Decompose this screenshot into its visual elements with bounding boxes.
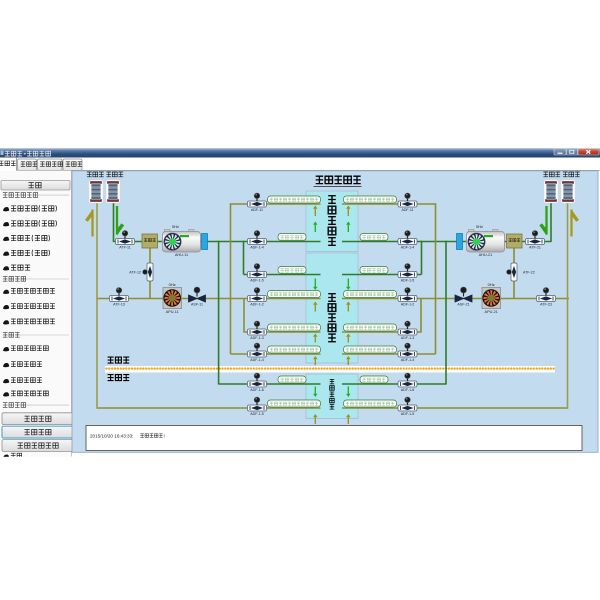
svg-text:ATF-12: ATF-12 (129, 271, 141, 275)
svg-text:0Hz: 0Hz (172, 224, 179, 229)
svg-text:ATF-23: ATF-23 (540, 302, 552, 306)
svg-text:ADF-1-6: ADF-1-6 (250, 388, 264, 392)
svg-text:ADF-1-6: ADF-1-6 (401, 388, 415, 392)
svg-text:0Hz: 0Hz (476, 224, 483, 229)
svg-text:ASF-11: ASF-11 (191, 303, 203, 307)
svg-text:ASF-21: ASF-21 (457, 303, 469, 307)
svg-text:ADF-1-3: ADF-1-3 (401, 336, 415, 340)
svg-text:ADF-1-5: ADF-1-5 (401, 278, 415, 282)
svg-text:ATF-11: ATF-11 (119, 245, 130, 249)
svg-text:ATF-21: ATF-21 (529, 245, 541, 249)
svg-text:ADF-11: ADF-11 (251, 208, 263, 212)
svg-text:ADF-11: ADF-11 (401, 208, 413, 212)
svg-text:ADF-1-5: ADF-1-5 (401, 412, 415, 416)
svg-text:ADF-1-4: ADF-1-4 (401, 245, 415, 249)
svg-text:APU-11: APU-11 (166, 310, 179, 314)
svg-text:APU-21: APU-21 (485, 310, 498, 314)
svg-text:ADF-1-4: ADF-1-4 (250, 358, 264, 362)
svg-text:0Hz: 0Hz (169, 282, 176, 287)
svg-text:ADF-1-4: ADF-1-4 (401, 358, 415, 362)
svg-text:ATF-13: ATF-13 (113, 302, 125, 306)
svg-text:ADF-1-5: ADF-1-5 (250, 278, 264, 282)
svg-text:ADF-1-5: ADF-1-5 (250, 412, 264, 416)
svg-text:2015/10/20 16:43:33:: 2015/10/20 16:43:33: (90, 433, 133, 438)
svg-text:AHU-21: AHU-21 (479, 253, 493, 257)
svg-text:ADF-1-2: ADF-1-2 (250, 302, 264, 306)
svg-text:!: ! (164, 433, 165, 438)
svg-text:ADF-1-2: ADF-1-2 (401, 302, 415, 306)
svg-text:ADF-1-3: ADF-1-3 (250, 336, 264, 340)
svg-text:0Hz: 0Hz (488, 282, 495, 287)
svg-text:ADF-1-4: ADF-1-4 (250, 245, 264, 249)
svg-text:ATF-22: ATF-22 (523, 271, 535, 275)
svg-text:AHU-11: AHU-11 (175, 253, 188, 257)
